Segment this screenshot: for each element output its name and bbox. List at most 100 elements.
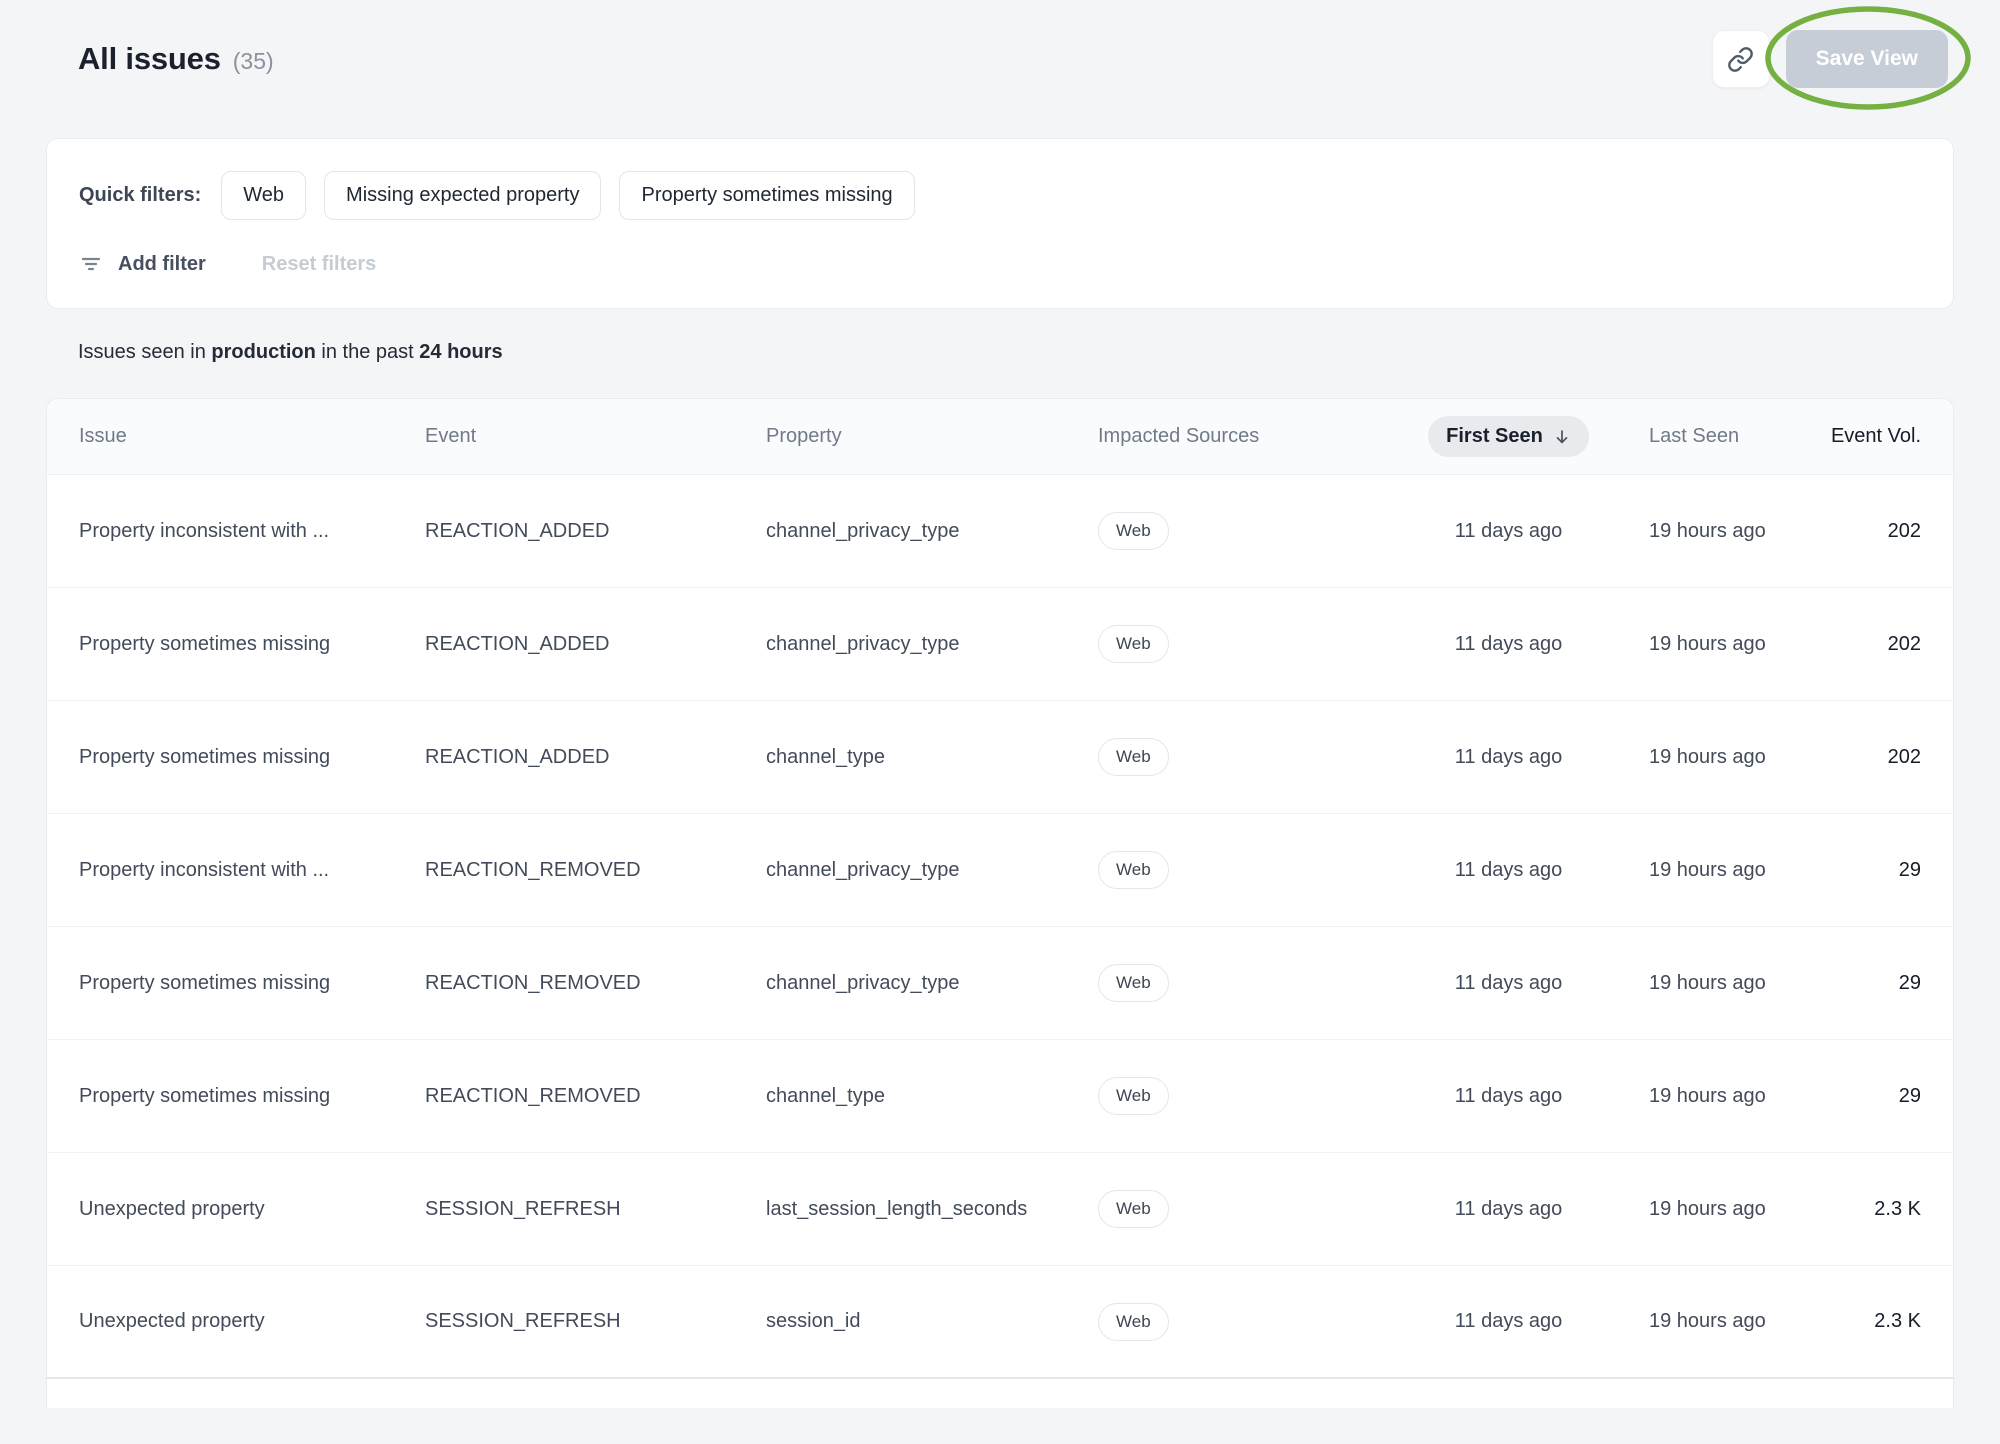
first-seen-cell: 11 days ago <box>1396 746 1621 769</box>
property-cell: channel_privacy_type <box>766 520 1098 543</box>
quick-filter-chip-property-sometimes-missing[interactable]: Property sometimes missing <box>619 171 914 220</box>
event-cell: SESSION_REFRESH <box>425 1198 766 1221</box>
impacted-sources-cell: Web <box>1098 851 1396 889</box>
table-row[interactable]: Property sometimes missing REACTION_REMO… <box>47 927 1953 1040</box>
event-vol-cell: 202 <box>1823 520 1921 543</box>
event-vol-cell: 2.3 K <box>1823 1310 1921 1333</box>
quick-filter-chip-web[interactable]: Web <box>221 171 306 220</box>
column-header-issue[interactable]: Issue <box>79 425 425 448</box>
property-cell: channel_type <box>766 1085 1098 1108</box>
table-body: Property inconsistent with ... REACTION_… <box>47 475 1953 1379</box>
arrow-down-icon <box>1553 428 1571 446</box>
last-seen-cell: 19 hours ago <box>1621 1085 1823 1108</box>
source-badge: Web <box>1098 738 1169 776</box>
event-cell: REACTION_ADDED <box>425 520 766 543</box>
last-seen-cell: 19 hours ago <box>1621 972 1823 995</box>
last-seen-cell: 19 hours ago <box>1621 1310 1823 1333</box>
property-cell: last_session_length_seconds <box>766 1198 1098 1221</box>
property-cell: channel_privacy_type <box>766 972 1098 995</box>
event-cell: REACTION_REMOVED <box>425 1085 766 1108</box>
property-cell: channel_privacy_type <box>766 859 1098 882</box>
page-title: All issues <box>78 41 221 77</box>
event-vol-cell: 29 <box>1823 1085 1921 1108</box>
event-cell: REACTION_ADDED <box>425 633 766 656</box>
copy-link-button[interactable] <box>1712 30 1770 88</box>
table-row[interactable]: Property sometimes missing REACTION_ADDE… <box>47 701 1953 814</box>
table-row[interactable]: Unexpected property SESSION_REFRESH last… <box>47 1153 1953 1266</box>
impacted-sources-cell: Web <box>1098 738 1396 776</box>
first-seen-cell: 11 days ago <box>1396 1310 1621 1333</box>
column-header-property[interactable]: Property <box>766 425 1098 448</box>
table-row[interactable]: Unexpected property SESSION_REFRESH sess… <box>47 1266 1953 1379</box>
issue-cell: Property inconsistent with ... <box>79 520 425 543</box>
quick-filter-chip-missing-expected-property[interactable]: Missing expected property <box>324 171 601 220</box>
impacted-sources-cell: Web <box>1098 625 1396 663</box>
add-filter-button[interactable]: Add filter <box>79 252 206 276</box>
first-seen-cell: 11 days ago <box>1396 520 1621 543</box>
source-badge: Web <box>1098 1303 1169 1341</box>
event-vol-cell: 202 <box>1823 633 1921 656</box>
event-cell: SESSION_REFRESH <box>425 1310 766 1333</box>
source-badge: Web <box>1098 851 1169 889</box>
source-badge: Web <box>1098 1077 1169 1115</box>
property-cell: channel_type <box>766 746 1098 769</box>
add-filter-label: Add filter <box>118 253 206 276</box>
first-seen-cell: 11 days ago <box>1396 1198 1621 1221</box>
page-title-group: All issues (35) <box>78 41 274 77</box>
impacted-sources-cell: Web <box>1098 964 1396 1002</box>
link-icon <box>1727 46 1754 73</box>
quick-filters-row: Quick filters: Web Missing expected prop… <box>79 171 1921 220</box>
issue-cell: Property inconsistent with ... <box>79 859 425 882</box>
first-seen-cell: 11 days ago <box>1396 1085 1621 1108</box>
column-header-event[interactable]: Event <box>425 425 766 448</box>
issue-cell: Property sometimes missing <box>79 1085 425 1108</box>
header-actions: Save View <box>1712 30 1948 88</box>
property-cell: channel_privacy_type <box>766 633 1098 656</box>
event-vol-cell: 202 <box>1823 746 1921 769</box>
quick-filters-label: Quick filters: <box>79 184 201 207</box>
issue-cell: Property sometimes missing <box>79 972 425 995</box>
event-cell: REACTION_REMOVED <box>425 972 766 995</box>
column-header-first-seen: First Seen <box>1396 416 1621 457</box>
summary-middle: in the past <box>316 341 419 363</box>
property-cell: session_id <box>766 1310 1098 1333</box>
table-row[interactable]: Property sometimes missing REACTION_ADDE… <box>47 588 1953 701</box>
filter-toolbar: Add filter Reset filters <box>79 252 1921 276</box>
column-header-last-seen[interactable]: Last Seen <box>1621 425 1823 448</box>
save-view-button[interactable]: Save View <box>1786 30 1948 88</box>
table-header: Issue Event Property Impacted Sources Fi… <box>47 399 1953 475</box>
last-seen-cell: 19 hours ago <box>1621 633 1823 656</box>
summary-timerange: 24 hours <box>419 341 502 363</box>
issues-table: Issue Event Property Impacted Sources Fi… <box>46 398 1954 1408</box>
issue-cell: Property sometimes missing <box>79 746 425 769</box>
table-row[interactable]: Property inconsistent with ... REACTION_… <box>47 475 1953 588</box>
issue-cell: Unexpected property <box>79 1198 425 1221</box>
summary-environment: production <box>211 341 315 363</box>
filter-lines-icon <box>79 252 103 276</box>
table-row[interactable]: Property inconsistent with ... REACTION_… <box>47 814 1953 927</box>
reset-filters-button[interactable]: Reset filters <box>262 253 377 276</box>
event-cell: REACTION_ADDED <box>425 746 766 769</box>
impacted-sources-cell: Web <box>1098 1303 1396 1341</box>
source-badge: Web <box>1098 512 1169 550</box>
issue-cell: Property sometimes missing <box>79 633 425 656</box>
last-seen-cell: 19 hours ago <box>1621 1198 1823 1221</box>
event-vol-cell: 2.3 K <box>1823 1198 1921 1221</box>
first-seen-cell: 11 days ago <box>1396 859 1621 882</box>
issue-count: (35) <box>233 48 274 75</box>
column-header-event-vol[interactable]: Event Vol. <box>1823 425 1921 448</box>
table-row-partial <box>47 1379 1953 1408</box>
table-row[interactable]: Property sometimes missing REACTION_REMO… <box>47 1040 1953 1153</box>
issue-cell: Unexpected property <box>79 1310 425 1333</box>
last-seen-cell: 19 hours ago <box>1621 859 1823 882</box>
event-vol-cell: 29 <box>1823 972 1921 995</box>
first-seen-cell: 11 days ago <box>1396 972 1621 995</box>
column-header-impacted-sources[interactable]: Impacted Sources <box>1098 425 1396 448</box>
event-vol-cell: 29 <box>1823 859 1921 882</box>
first-seen-cell: 11 days ago <box>1396 633 1621 656</box>
summary-text: Issues seen in production in the past 24… <box>78 341 1954 364</box>
first-seen-label: First Seen <box>1446 425 1543 448</box>
source-badge: Web <box>1098 964 1169 1002</box>
first-seen-sort-button[interactable]: First Seen <box>1428 416 1589 457</box>
source-badge: Web <box>1098 625 1169 663</box>
